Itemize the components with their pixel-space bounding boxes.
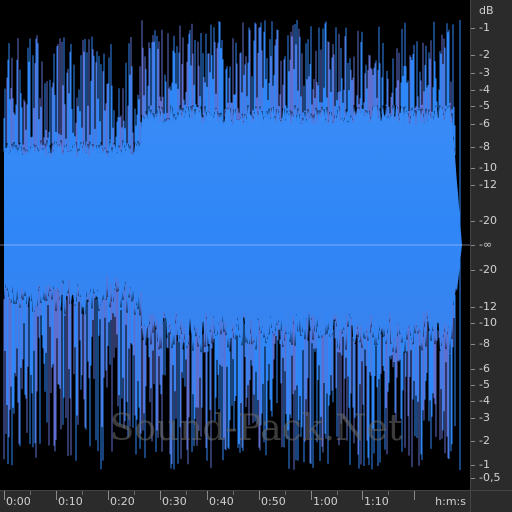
db-label: -6 <box>479 117 490 130</box>
db-tick <box>471 245 475 246</box>
time-tick <box>311 491 312 500</box>
time-label: 0:10 <box>58 495 83 508</box>
db-label: -4 <box>479 394 490 407</box>
db-tick <box>471 478 475 479</box>
time-minor-tick <box>186 491 187 495</box>
waveform-canvas[interactable] <box>0 0 470 490</box>
ruler-corner <box>470 490 512 512</box>
audio-editor-waveform-view: dB -1 -2 -3 -4 -5 -6 -8 -10 -12 -20 -∞ -… <box>0 0 512 512</box>
time-label: 1:10 <box>364 495 389 508</box>
time-label: 0:30 <box>162 495 187 508</box>
time-label: 0:50 <box>261 495 286 508</box>
time-tick <box>259 491 260 500</box>
db-label: -20 <box>479 263 497 276</box>
db-tick <box>471 418 475 419</box>
db-label: -3 <box>479 66 490 79</box>
time-label: 0:00 <box>6 495 31 508</box>
db-scale-ruler: dB -1 -2 -3 -4 -5 -6 -8 -10 -12 -20 -∞ -… <box>470 0 512 490</box>
db-label: -20 <box>479 214 497 227</box>
db-tick <box>471 441 475 442</box>
time-tick <box>108 491 109 500</box>
time-label: 1:00 <box>313 495 338 508</box>
db-label: -8 <box>479 337 490 350</box>
db-tick <box>471 73 475 74</box>
db-label: -12 <box>479 300 497 313</box>
time-unit-label: h:m:s <box>435 495 466 508</box>
db-label: -5 <box>479 99 490 112</box>
db-tick <box>471 168 475 169</box>
db-tick <box>471 369 475 370</box>
time-tick <box>4 491 5 500</box>
db-tick <box>471 55 475 56</box>
db-label: -2 <box>479 48 490 61</box>
db-label: -12 <box>479 178 497 191</box>
waveform-panel[interactable] <box>0 0 470 490</box>
time-ruler[interactable]: 0:00 0:10 0:20 0:30 0:40 0:50 1:00 1:10 … <box>0 490 470 512</box>
time-minor-tick <box>233 491 234 495</box>
db-tick <box>471 147 475 148</box>
db-label: -∞ <box>479 238 493 251</box>
time-minor-tick <box>30 491 31 495</box>
db-label: -10 <box>479 161 497 174</box>
time-tick <box>207 491 208 500</box>
db-tick <box>471 270 475 271</box>
db-unit-label: dB <box>479 4 494 17</box>
db-label: -2 <box>479 434 490 447</box>
db-tick <box>471 90 475 91</box>
db-label: -6 <box>479 362 490 375</box>
time-minor-tick <box>337 491 338 495</box>
time-tick <box>362 491 363 500</box>
db-tick <box>471 124 475 125</box>
db-tick <box>471 221 475 222</box>
db-label: -3 <box>479 411 490 424</box>
time-tick <box>56 491 57 500</box>
time-minor-tick <box>388 491 389 495</box>
db-tick <box>471 185 475 186</box>
time-label: 0:20 <box>110 495 135 508</box>
time-label: 0:40 <box>209 495 234 508</box>
db-label: -8 <box>479 140 490 153</box>
db-tick <box>471 28 475 29</box>
time-tick <box>160 491 161 500</box>
db-tick <box>471 385 475 386</box>
db-tick <box>471 323 475 324</box>
db-tick <box>471 344 475 345</box>
db-label: -0,5 <box>479 471 501 484</box>
db-tick <box>471 307 475 308</box>
time-minor-tick <box>82 491 83 495</box>
db-label: -1 <box>479 458 490 471</box>
time-minor-tick <box>134 491 135 495</box>
db-label: -1 <box>479 21 490 34</box>
db-label: -5 <box>479 378 490 391</box>
db-label: -4 <box>479 83 490 96</box>
time-minor-tick <box>285 491 286 495</box>
time-tick <box>414 491 415 500</box>
db-tick <box>471 106 475 107</box>
db-tick <box>471 401 475 402</box>
db-label: -10 <box>479 316 497 329</box>
db-tick <box>471 465 475 466</box>
